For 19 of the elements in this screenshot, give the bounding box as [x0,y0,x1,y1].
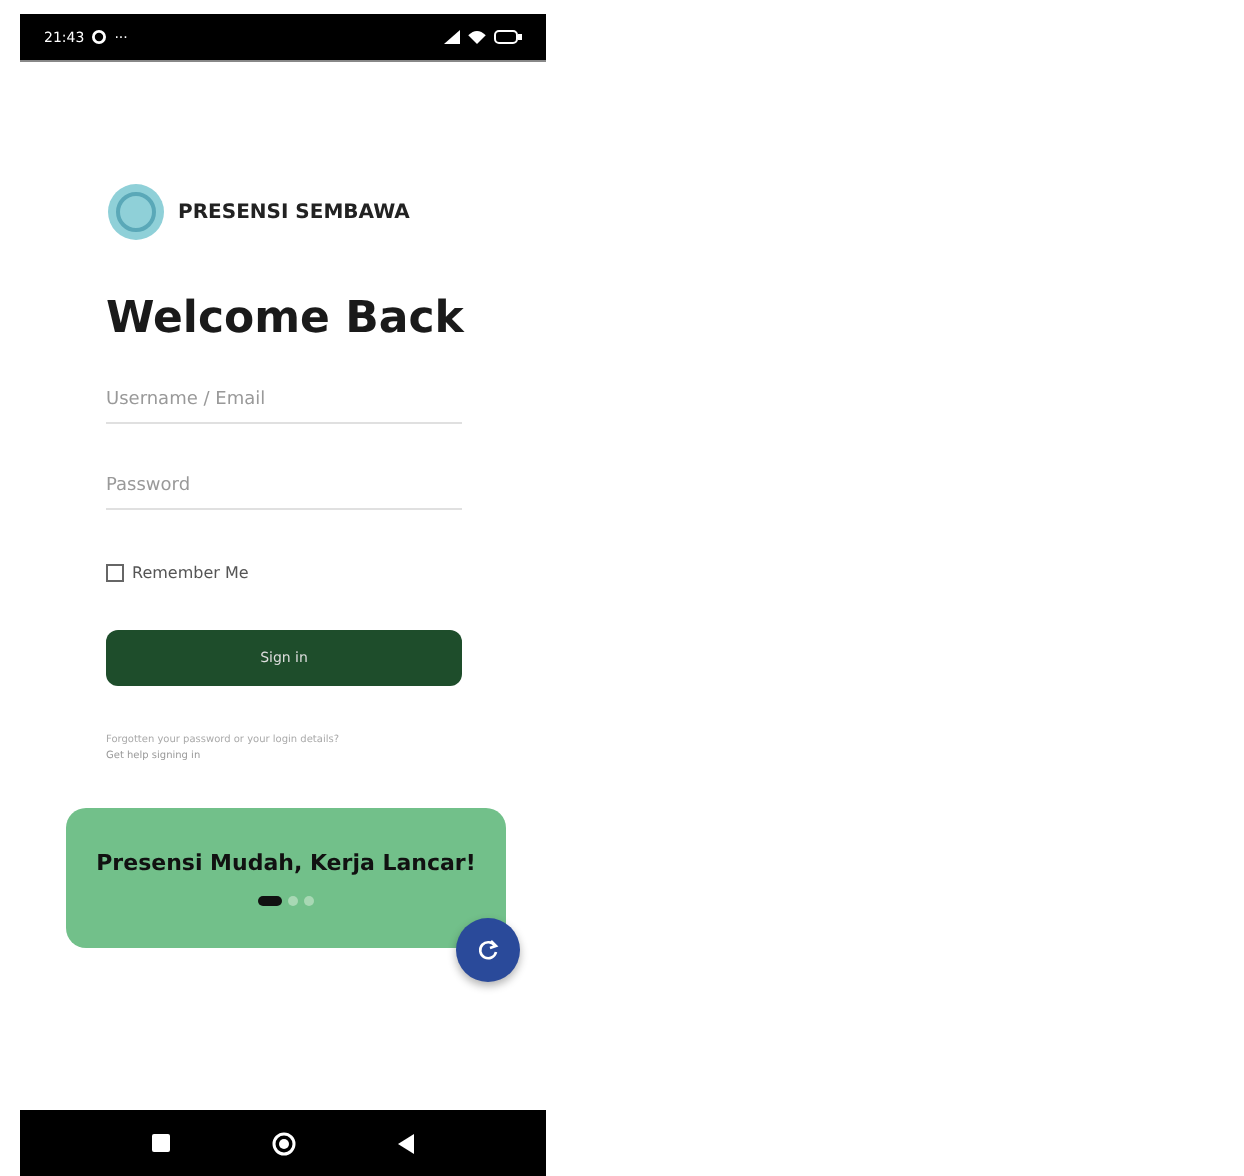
welcome-title: Welcome Back [106,294,467,344]
notification-icon [92,30,107,44]
back-icon[interactable] [398,1133,415,1153]
banner-text: Presensi Mudah, Kerja Lancar! [96,850,476,876]
recents-icon[interactable] [151,1134,170,1152]
carousel-dot[interactable] [304,896,314,906]
wifi-icon [468,30,486,44]
home-icon[interactable] [271,1131,296,1155]
signal-icon [444,30,460,44]
battery-icon [494,30,522,44]
logo-icon [106,182,166,242]
input-field[interactable]: Username / Email [106,378,462,424]
input-field[interactable]: Password [106,464,462,510]
app-name: PRESENSI SEMBAWA [178,201,410,223]
carousel-dot[interactable] [288,896,298,906]
refresh-button[interactable] [456,918,520,982]
refresh-icon [476,938,500,962]
remember-checkbox[interactable] [106,564,124,582]
remember-label: Remember Me [132,564,249,582]
